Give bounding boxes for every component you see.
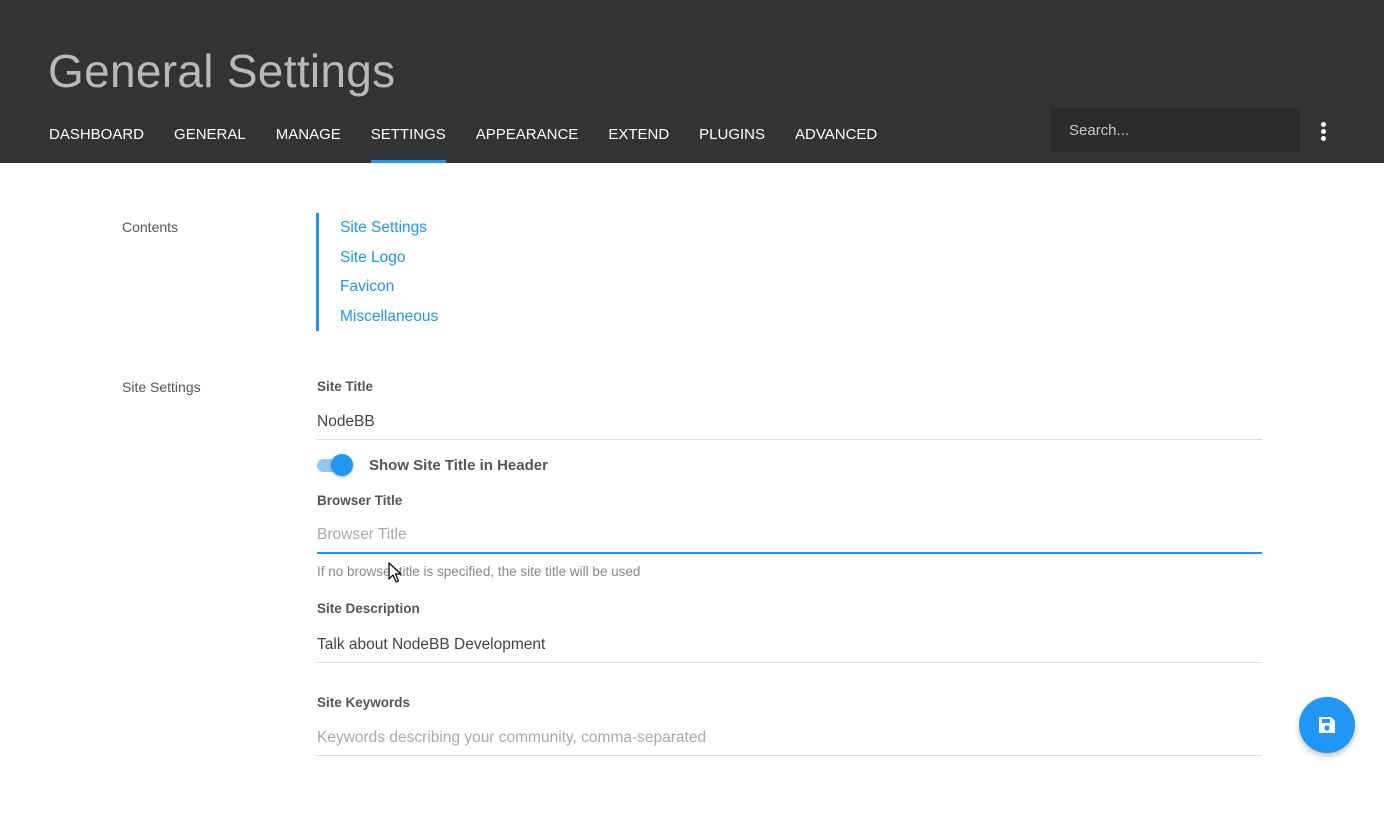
menu-dot bbox=[1320, 128, 1326, 134]
save-button[interactable] bbox=[1299, 697, 1355, 753]
site-description-input[interactable] bbox=[317, 627, 1262, 663]
more-vertical-icon[interactable] bbox=[1312, 118, 1334, 144]
site-description-label: Site Description bbox=[317, 601, 420, 616]
nav-settings[interactable]: SETTINGS bbox=[356, 114, 461, 163]
nav-manage[interactable]: MANAGE bbox=[261, 114, 356, 163]
main-nav: DASHBOARD GENERAL MANAGE SETTINGS APPEAR… bbox=[34, 114, 892, 163]
table-of-contents: Site Settings Site Logo Favicon Miscella… bbox=[316, 213, 616, 331]
browser-title-label: Browser Title bbox=[317, 493, 403, 508]
contents-label: Contents bbox=[122, 219, 179, 235]
show-site-title-toggle[interactable] bbox=[317, 454, 353, 476]
site-settings-section-label: Site Settings bbox=[122, 379, 201, 395]
site-title-input[interactable] bbox=[317, 404, 1262, 440]
nav-appearance[interactable]: APPEARANCE bbox=[461, 114, 594, 163]
site-keywords-label: Site Keywords bbox=[317, 695, 411, 710]
menu-dot bbox=[1320, 135, 1326, 141]
nav-advanced[interactable]: ADVANCED bbox=[780, 114, 892, 163]
nav-plugins[interactable]: PLUGINS bbox=[684, 114, 780, 163]
top-header: General Settings DASHBOARD GENERAL MANAG… bbox=[0, 0, 1384, 163]
nav-dashboard[interactable]: DASHBOARD bbox=[34, 114, 159, 163]
nav-extend[interactable]: EXTEND bbox=[593, 114, 684, 163]
nav-general[interactable]: GENERAL bbox=[159, 114, 261, 163]
browser-title-input[interactable] bbox=[317, 518, 1262, 554]
site-keywords-input[interactable] bbox=[317, 720, 1262, 756]
toggle-thumb bbox=[331, 454, 353, 476]
toc-link-site-settings[interactable]: Site Settings bbox=[340, 219, 616, 249]
mouse-cursor-icon bbox=[388, 562, 402, 583]
show-site-title-label: Show Site Title in Header bbox=[369, 457, 548, 474]
menu-dot bbox=[1320, 121, 1326, 127]
toc-link-favicon[interactable]: Favicon bbox=[340, 278, 616, 308]
save-icon bbox=[1319, 717, 1335, 733]
toc-link-miscellaneous[interactable]: Miscellaneous bbox=[340, 308, 616, 338]
toc-link-site-logo[interactable]: Site Logo bbox=[340, 249, 616, 279]
browser-title-help: If no browser title is specified, the si… bbox=[317, 564, 641, 579]
page-title: General Settings bbox=[48, 45, 396, 97]
site-title-label: Site Title bbox=[317, 379, 374, 394]
search-input[interactable] bbox=[1050, 108, 1300, 152]
